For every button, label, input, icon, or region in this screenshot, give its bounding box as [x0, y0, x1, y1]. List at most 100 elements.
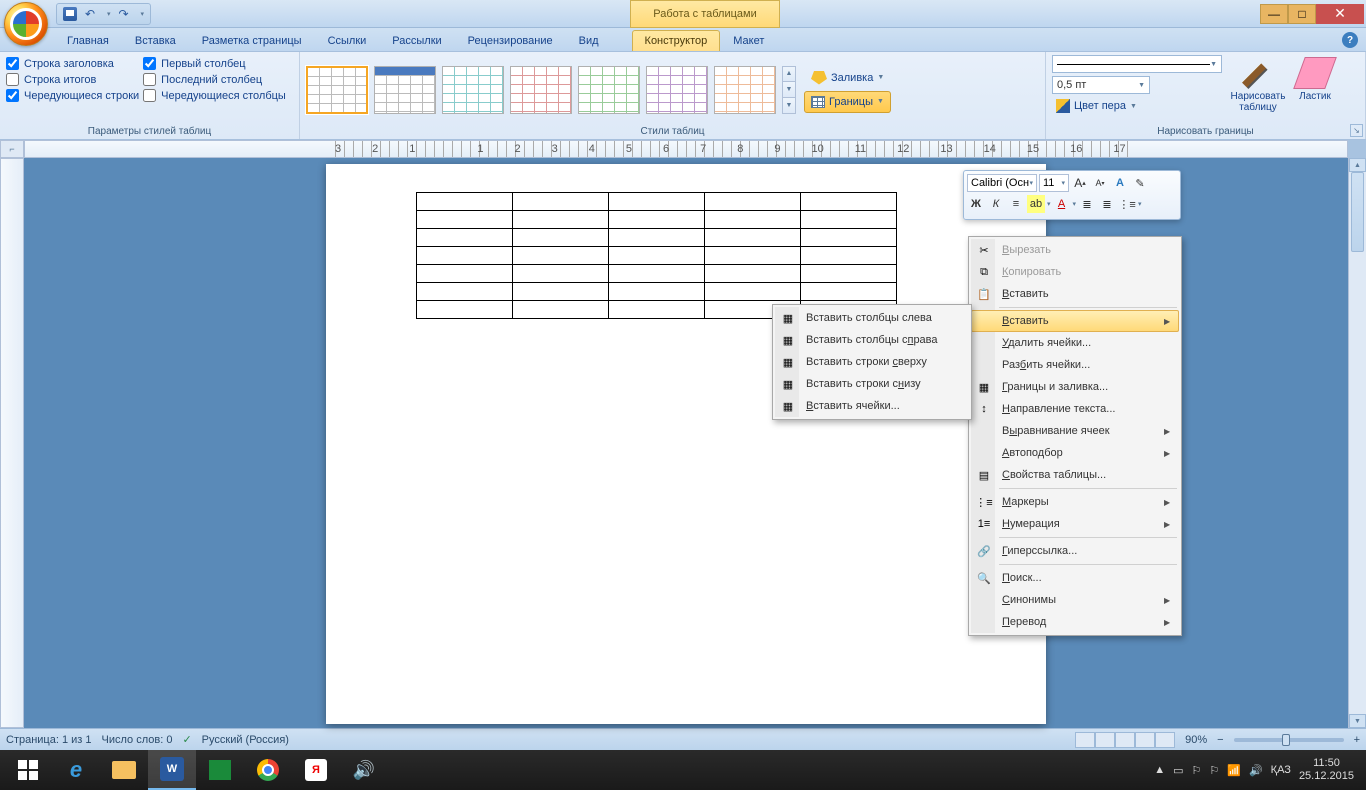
styles-icon[interactable]: A	[1111, 174, 1129, 192]
tab-review[interactable]: Рецензирование	[455, 30, 566, 51]
menu-item[interactable]: Вставить▶	[971, 310, 1179, 332]
gallery-down-icon[interactable]: ▼	[783, 82, 795, 98]
size-combo[interactable]: 11▾	[1039, 174, 1069, 192]
shading-button[interactable]: Заливка▼	[804, 67, 891, 89]
submenu-item[interactable]: ▦Вставить строки сверху	[775, 351, 969, 373]
page[interactable]	[326, 164, 1046, 724]
table-style-1[interactable]	[306, 66, 368, 114]
borders-button[interactable]: Границы▼	[804, 91, 891, 113]
help-icon[interactable]: ?	[1342, 32, 1358, 48]
gallery-up-icon[interactable]: ▲	[783, 67, 795, 83]
group-launcher-icon[interactable]: ↘	[1350, 124, 1363, 137]
horizontal-ruler[interactable]: 3211234567891011121314151617	[24, 140, 1348, 158]
status-language[interactable]: Русский (Россия)	[202, 734, 289, 746]
submenu-item[interactable]: ▦Вставить строки снизу	[775, 373, 969, 395]
dec-indent-icon[interactable]: ≣	[1078, 195, 1096, 213]
check-header-row[interactable]: Строка заголовка	[6, 57, 139, 70]
taskbar-chrome[interactable]	[244, 750, 292, 790]
zoom-out-icon[interactable]: −	[1217, 734, 1223, 746]
table-style-3[interactable]	[442, 66, 504, 114]
menu-item[interactable]: ⋮≡Маркеры▶	[971, 491, 1179, 513]
taskbar-volume[interactable]: 🔊	[340, 750, 388, 790]
check-banded-cols[interactable]: Чередующиеся столбцы	[143, 89, 286, 102]
minimize-button[interactable]: —	[1260, 4, 1288, 24]
close-button[interactable]: ✕	[1316, 4, 1364, 24]
tab-pagelayout[interactable]: Разметка страницы	[189, 30, 315, 51]
proofing-icon[interactable]: ✓	[182, 733, 191, 746]
zoom-in-icon[interactable]: +	[1354, 734, 1360, 746]
eraser-button[interactable]: Ластик	[1294, 55, 1336, 104]
format-painter-icon[interactable]: ✎	[1131, 174, 1149, 192]
tray-up-icon[interactable]: ▲	[1154, 764, 1165, 776]
inc-indent-icon[interactable]: ≣	[1098, 195, 1116, 213]
qat-customize-icon[interactable]: ▾	[141, 10, 145, 18]
start-button[interactable]	[4, 750, 52, 790]
center-icon[interactable]: ≡	[1007, 195, 1025, 213]
tray-taskview-icon[interactable]: ▭	[1173, 764, 1183, 777]
pen-color-button[interactable]: Цвет пера▼	[1052, 97, 1222, 115]
ruler-corner[interactable]: ⌐	[0, 140, 24, 158]
office-button[interactable]	[4, 2, 48, 46]
table-style-2[interactable]	[374, 66, 436, 114]
shrink-font-icon[interactable]: A▾	[1091, 174, 1109, 192]
taskbar-ie[interactable]: e	[52, 750, 100, 790]
scroll-up-icon[interactable]: ▲	[1349, 158, 1366, 172]
bold-icon[interactable]: Ж	[967, 195, 985, 213]
status-page[interactable]: Страница: 1 из 1	[6, 734, 92, 746]
table-style-4[interactable]	[510, 66, 572, 114]
status-words[interactable]: Число слов: 0	[102, 734, 173, 746]
italic-icon[interactable]: К	[987, 195, 1005, 213]
table-style-7[interactable]	[714, 66, 776, 114]
document-table[interactable]	[416, 192, 897, 319]
menu-item[interactable]: ▤Свойства таблицы...	[971, 464, 1179, 486]
redo-icon[interactable]: ↷	[119, 7, 133, 21]
view-print-layout[interactable]	[1075, 732, 1095, 748]
bullets-icon[interactable]: ⋮≡	[1118, 195, 1136, 213]
menu-item[interactable]: Синонимы▶	[971, 589, 1179, 611]
scroll-thumb[interactable]	[1351, 172, 1364, 252]
view-draft[interactable]	[1155, 732, 1175, 748]
tray-network-icon[interactable]: 📶	[1227, 764, 1241, 777]
undo-icon[interactable]: ↶	[85, 7, 99, 21]
zoom-slider[interactable]	[1234, 738, 1344, 742]
draw-table-button[interactable]: Нарисовать таблицу	[1230, 55, 1286, 115]
view-reading[interactable]	[1095, 732, 1115, 748]
save-icon[interactable]	[63, 7, 77, 21]
tray-volume-icon[interactable]: 🔊	[1249, 764, 1263, 777]
menu-item[interactable]: ↕Направление текста...	[971, 398, 1179, 420]
maximize-button[interactable]: □	[1288, 4, 1316, 24]
menu-item[interactable]: 1≡Нумерация▶	[971, 513, 1179, 535]
tab-references[interactable]: Ссылки	[315, 30, 380, 51]
check-total-row[interactable]: Строка итогов	[6, 73, 139, 86]
taskbar-word[interactable]: W	[148, 750, 196, 790]
menu-item[interactable]: Автоподбор▶	[971, 442, 1179, 464]
taskbar-store[interactable]	[196, 750, 244, 790]
check-banded-rows[interactable]: Чередующиеся строки	[6, 89, 139, 102]
menu-item[interactable]: 📋Вставить	[971, 283, 1179, 305]
tab-layout[interactable]: Макет	[720, 30, 777, 51]
table-style-5[interactable]	[578, 66, 640, 114]
gallery-more-icon[interactable]: ▼	[783, 98, 795, 113]
vertical-ruler[interactable]	[0, 158, 24, 728]
table-style-6[interactable]	[646, 66, 708, 114]
menu-item[interactable]: 🔍Поиск...	[971, 567, 1179, 589]
tray-clock[interactable]: 11:5025.12.2015	[1299, 757, 1354, 783]
menu-item[interactable]: Перевод▶	[971, 611, 1179, 633]
taskbar-explorer[interactable]	[100, 750, 148, 790]
menu-item[interactable]: Удалить ячейки...	[971, 332, 1179, 354]
menu-item[interactable]: ▦Границы и заливка...	[971, 376, 1179, 398]
font-combo[interactable]: Calibri (Осн▾	[967, 174, 1037, 192]
scroll-down-icon[interactable]: ▼	[1349, 714, 1366, 728]
grow-font-icon[interactable]: A▴	[1071, 174, 1089, 192]
font-color-icon[interactable]: A	[1053, 195, 1071, 213]
line-weight-combo[interactable]: 0,5 пт▼	[1052, 76, 1150, 94]
submenu-item[interactable]: ▦Вставить столбцы справа	[775, 329, 969, 351]
line-style-combo[interactable]: ▼	[1052, 55, 1222, 73]
submenu-item[interactable]: ▦Вставить ячейки...	[775, 395, 969, 417]
tray-language[interactable]: ҚАЗ	[1271, 764, 1291, 776]
tab-view[interactable]: Вид	[566, 30, 612, 51]
check-first-col[interactable]: Первый столбец	[143, 57, 286, 70]
taskbar-yandex[interactable]: Я	[292, 750, 340, 790]
tab-design[interactable]: Конструктор	[632, 30, 721, 51]
check-last-col[interactable]: Последний столбец	[143, 73, 286, 86]
